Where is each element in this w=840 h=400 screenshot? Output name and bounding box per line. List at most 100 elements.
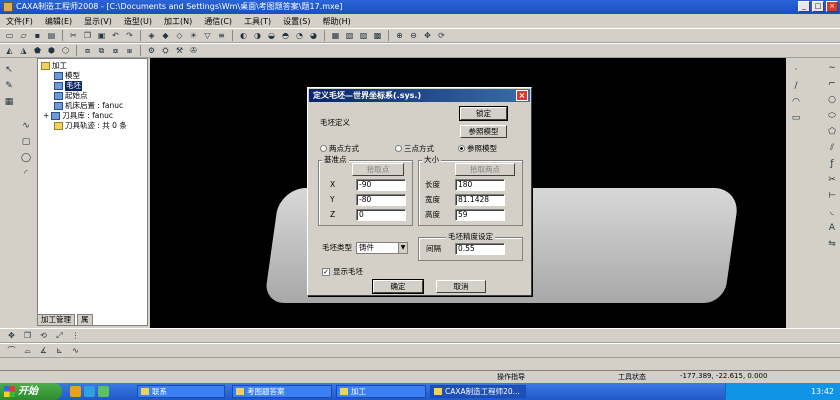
rect-icon[interactable]: ▭ <box>790 112 802 124</box>
curve-icon[interactable]: ∿ <box>20 120 32 132</box>
line-icon[interactable]: / <box>790 80 802 92</box>
filter-icon[interactable]: ▽ <box>202 30 213 41</box>
shape-icon-3[interactable]: ◒ <box>266 30 277 41</box>
surface-icon-4[interactable]: ⬢ <box>46 45 57 56</box>
tree-root[interactable]: 加工 <box>41 61 67 71</box>
trim-icon[interactable]: ✂ <box>826 174 838 186</box>
menu-settings[interactable]: 设置(S) <box>283 16 310 27</box>
cancel-button[interactable]: 取消 <box>436 280 486 293</box>
interval-field[interactable]: 0.55 <box>455 243 505 255</box>
quicklaunch-icon-3[interactable] <box>98 386 109 397</box>
blank-type-select[interactable]: 铸件 ▼ <box>356 242 408 254</box>
feature-icon-2[interactable]: ⧉ <box>96 45 107 56</box>
tree-item-post[interactable]: 机床后置 : fanuc <box>54 101 123 111</box>
pick-two-points-button[interactable]: 拾取两点 <box>455 163 515 176</box>
machining-icon-3[interactable]: ⚒ <box>174 45 185 56</box>
zoom-out-icon[interactable]: ⊖ <box>408 30 419 41</box>
menu-machining[interactable]: 加工(N) <box>164 16 192 27</box>
open-file-icon[interactable]: ▱ <box>18 30 29 41</box>
x-field[interactable]: -90 <box>356 179 406 191</box>
tree-item-start-point[interactable]: 起始点 <box>54 91 88 101</box>
offset-icon[interactable]: ⫽ <box>826 142 838 154</box>
surface-icon-2[interactable]: ◮ <box>18 45 29 56</box>
z-field[interactable]: 0 <box>356 209 406 221</box>
zoom-in-icon[interactable]: ⊕ <box>394 30 405 41</box>
shape-icon-2[interactable]: ◑ <box>252 30 263 41</box>
redo-icon[interactable]: ↷ <box>124 30 135 41</box>
print-icon[interactable]: ▤ <box>46 30 57 41</box>
cut-icon[interactable]: ✂ <box>68 30 79 41</box>
cube-icon-2[interactable]: ▧ <box>344 30 355 41</box>
dialog-close-button[interactable]: × <box>516 90 528 101</box>
pick-point-button[interactable]: 拾取点 <box>352 163 404 176</box>
view-icon[interactable]: ◈ <box>146 30 157 41</box>
surface-icon-1[interactable]: ◭ <box>4 45 15 56</box>
feature-icon-1[interactable]: ⧈ <box>82 45 93 56</box>
start-button[interactable]: 开始 <box>0 383 62 400</box>
scale-icon[interactable]: ⤢ <box>54 330 65 341</box>
cube-icon-3[interactable]: ▨ <box>358 30 369 41</box>
edit-curve-icon-4[interactable]: ⊾ <box>54 345 65 356</box>
menu-file[interactable]: 文件(F) <box>6 16 33 27</box>
layer-panel-icon[interactable]: ▦ <box>3 96 15 108</box>
cube-icon-1[interactable]: ▦ <box>330 30 341 41</box>
wire-icon[interactable]: ◇ <box>174 30 185 41</box>
shade-icon[interactable]: ◆ <box>160 30 171 41</box>
tree-item-blank[interactable]: 毛坯 <box>54 81 82 91</box>
tree-item-model[interactable]: 模型 <box>54 71 80 81</box>
edit-curve-icon-3[interactable]: ∡ <box>38 345 49 356</box>
menu-edit[interactable]: 编辑(E) <box>45 16 72 27</box>
machining-icon-1[interactable]: ⚙ <box>146 45 157 56</box>
width-field[interactable]: 81.1428 <box>455 194 505 206</box>
quicklaunch-icon-1[interactable] <box>70 386 81 397</box>
feature-icon-4[interactable]: ⧆ <box>124 45 135 56</box>
machining-icon-4[interactable]: ✇ <box>188 45 199 56</box>
cylinder-icon[interactable]: ◯ <box>20 152 32 164</box>
polyline-icon[interactable]: ⌐ <box>826 78 838 90</box>
new-file-icon[interactable]: ▭ <box>4 30 15 41</box>
edit-curve-icon-1[interactable]: ⌒ <box>6 345 17 356</box>
array-icon[interactable]: ⋮ <box>70 330 81 341</box>
paste-icon[interactable]: ▣ <box>96 30 107 41</box>
text-icon[interactable]: A <box>826 222 838 234</box>
shape-icon-5[interactable]: ◔ <box>294 30 305 41</box>
shape-icon-6[interactable]: ◕ <box>308 30 319 41</box>
menu-comm[interactable]: 通信(C) <box>204 16 232 27</box>
close-button[interactable]: × <box>826 1 838 12</box>
layer-icon[interactable]: ≡ <box>216 30 227 41</box>
surface-icon-3[interactable]: ⬟ <box>32 45 43 56</box>
pan-icon[interactable]: ✥ <box>422 30 433 41</box>
y-field[interactable]: -80 <box>356 194 406 206</box>
rotate-icon[interactable]: ⟳ <box>436 30 447 41</box>
radio-ref-model[interactable]: 参照模型 <box>458 143 497 154</box>
point-icon[interactable]: · <box>790 64 802 76</box>
fillet-icon[interactable]: ◜ <box>20 168 32 180</box>
save-icon[interactable]: ▪ <box>32 30 43 41</box>
move-icon[interactable]: ✥ <box>6 330 17 341</box>
menu-model[interactable]: 造型(U) <box>124 16 152 27</box>
cube-icon-4[interactable]: ▩ <box>372 30 383 41</box>
tab-properties[interactable]: 属 <box>77 314 93 326</box>
shape-icon-4[interactable]: ◓ <box>280 30 291 41</box>
tree-item-toolpath[interactable]: 刀具轨迹 : 共 0 条 <box>54 121 127 131</box>
task-contact[interactable]: 联系 <box>137 385 225 398</box>
radio-two-point[interactable]: 两点方式 <box>320 143 359 154</box>
task-answers[interactable]: 考图题答案 <box>232 385 332 398</box>
height-field[interactable]: 59 <box>455 209 505 221</box>
radio-three-point[interactable]: 三点方式 <box>395 143 434 154</box>
rotate-transform-icon[interactable]: ⟲ <box>38 330 49 341</box>
spline-icon[interactable]: ∼ <box>826 62 838 74</box>
edit-curve-icon-5[interactable]: ∿ <box>70 345 81 356</box>
copy-icon[interactable]: ❐ <box>82 30 93 41</box>
menu-help[interactable]: 帮助(H) <box>323 16 351 27</box>
polygon-icon[interactable]: ⬠ <box>826 126 838 138</box>
task-caxa[interactable]: CAXA制造工程师20... <box>430 385 526 398</box>
box-icon[interactable]: ▢ <box>20 136 32 148</box>
edit-curve-icon-2[interactable]: ⌓ <box>22 345 33 356</box>
expand-icon[interactable]: + <box>43 111 49 121</box>
feature-icon-3[interactable]: ⧇ <box>110 45 121 56</box>
copy-transform-icon[interactable]: ❐ <box>22 330 33 341</box>
formula-curve-icon[interactable]: ƒ <box>826 158 838 170</box>
mirror-icon[interactable]: ⇋ <box>826 238 838 250</box>
shape-icon-1[interactable]: ◐ <box>238 30 249 41</box>
